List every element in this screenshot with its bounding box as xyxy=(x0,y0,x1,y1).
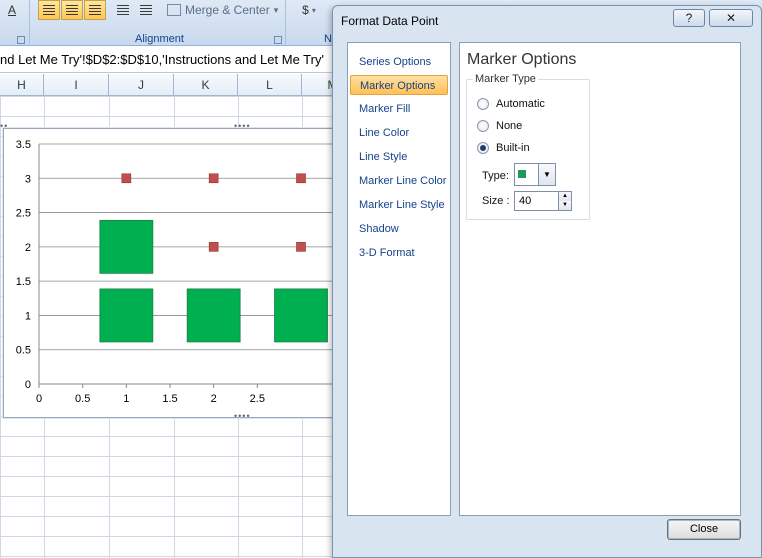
y-tick-label: 3 xyxy=(25,173,31,185)
large-square-marker xyxy=(274,288,328,343)
number-group-label: N xyxy=(324,33,332,45)
spin-up-icon[interactable]: ▲ xyxy=(558,192,571,201)
align-center-icon xyxy=(66,5,78,15)
radio-built-in-label: Built-in xyxy=(496,142,530,154)
increase-indent-icon xyxy=(140,5,152,15)
x-tick-label: 0.5 xyxy=(75,393,90,405)
radio-automatic-label: Automatic xyxy=(496,98,545,110)
dropdown-arrow-icon[interactable]: ▼ xyxy=(538,164,555,185)
radio-automatic-icon xyxy=(477,98,489,110)
font-dialog-launcher-icon[interactable] xyxy=(17,36,25,44)
y-tick-label: 2.5 xyxy=(16,208,31,220)
nav-marker-line-color[interactable]: Marker Line Color xyxy=(350,171,448,191)
y-tick-label: 1.5 xyxy=(16,276,31,288)
x-tick-label: 0 xyxy=(36,393,42,405)
marker-type-label: Marker Type xyxy=(473,73,538,85)
font-color-button[interactable]: A xyxy=(0,0,24,20)
small-square-marker xyxy=(296,173,306,184)
alignment-dialog-launcher-icon[interactable] xyxy=(274,36,282,44)
close-button[interactable]: Close xyxy=(667,519,741,540)
radio-built-in[interactable]: Built-in xyxy=(477,142,530,154)
radio-automatic[interactable]: Automatic xyxy=(477,98,545,110)
resize-handle-corner[interactable]: •• xyxy=(0,121,8,131)
marker-type-select[interactable]: ▼ xyxy=(514,163,556,186)
radio-none-icon xyxy=(477,120,489,132)
x-tick-label: 2 xyxy=(211,393,217,405)
column-header-l[interactable]: L xyxy=(238,74,302,96)
marker-size-value: 40 xyxy=(519,195,532,207)
merge-icon xyxy=(167,4,181,16)
merge-center-button[interactable]: Merge & Center ▾ xyxy=(164,0,282,20)
column-header-j[interactable]: J xyxy=(109,74,174,96)
x-tick-label: 2.5 xyxy=(250,393,265,405)
y-tick-label: 0 xyxy=(25,379,31,391)
large-square-marker xyxy=(186,288,241,343)
size-label: Size : xyxy=(482,195,510,207)
resize-handle-bottom[interactable]: •••• xyxy=(234,411,251,421)
align-right-button[interactable] xyxy=(84,0,106,20)
spin-down-icon[interactable]: ▼ xyxy=(558,201,571,210)
large-square-marker xyxy=(99,219,154,274)
increase-indent-button[interactable] xyxy=(135,0,157,20)
small-square-marker xyxy=(296,242,306,252)
nav-marker-line-style[interactable]: Marker Line Style xyxy=(350,195,448,215)
nav-marker-options[interactable]: Marker Options xyxy=(350,75,448,95)
y-tick-label: 2 xyxy=(25,242,31,254)
large-square-marker xyxy=(99,288,154,343)
font-color-icon: A xyxy=(7,3,16,17)
nav-line-style[interactable]: Line Style xyxy=(350,147,448,167)
formula-text: nd Let Me Try'!$D$2:$D$10,'Instructions … xyxy=(0,52,324,67)
small-square-marker xyxy=(208,173,219,184)
chevron-down-icon: ▾ xyxy=(311,5,316,15)
marker-size-spinner[interactable]: 40 ▲ ▼ xyxy=(514,191,572,211)
nav-marker-fill[interactable]: Marker Fill xyxy=(350,99,448,119)
radio-none[interactable]: None xyxy=(477,120,522,132)
align-center-button[interactable] xyxy=(61,0,83,20)
close-icon: ✕ xyxy=(725,11,737,25)
dialog-title: Format Data Point xyxy=(341,14,439,28)
x-tick-label: 1 xyxy=(123,393,129,405)
nav-series-options[interactable]: Series Options xyxy=(350,52,448,72)
decrease-indent-button[interactable] xyxy=(112,0,134,20)
chart-plot: 0 0.5 1 1.5 2 2.5 3 3.5 0 0.5 1 1.5 2 2.5 xyxy=(16,139,342,405)
scatter-chart[interactable]: 0 0.5 1 1.5 2 2.5 3 3.5 0 0.5 1 1.5 2 2.5 •••• •••• •… xyxy=(0,121,343,421)
small-square-marker xyxy=(121,173,132,184)
decrease-indent-icon xyxy=(117,5,129,15)
accounting-format-button[interactable]: $ ▾ xyxy=(294,0,324,20)
help-button[interactable]: ? xyxy=(673,9,705,27)
square-marker-icon xyxy=(518,170,526,178)
y-tick-label: 0.5 xyxy=(16,345,31,357)
align-left-icon xyxy=(43,5,55,15)
format-data-point-dialog: Format Data Point ? ✕ Series Options Mar… xyxy=(332,5,762,558)
close-window-button[interactable]: ✕ xyxy=(709,9,753,27)
number-group: $ ▾ N xyxy=(290,0,334,46)
help-icon: ? xyxy=(685,11,693,25)
small-square-marker xyxy=(208,242,219,252)
x-tick-label: 1.5 xyxy=(162,393,177,405)
nav-line-color[interactable]: Line Color xyxy=(350,123,448,143)
column-header-h[interactable]: H xyxy=(0,74,44,96)
category-nav: Series Options Marker Options Marker Fil… xyxy=(347,42,451,516)
alignment-group-label: Alignment xyxy=(135,33,184,45)
align-left-button[interactable] xyxy=(38,0,60,20)
y-tick-label: 1 xyxy=(25,310,31,322)
nav-shadow[interactable]: Shadow xyxy=(350,219,448,239)
align-right-icon xyxy=(89,5,101,15)
dialog-titlebar[interactable]: Format Data Point ? ✕ xyxy=(333,6,761,34)
options-heading: Marker Options xyxy=(467,51,577,68)
chevron-down-icon: ▾ xyxy=(273,4,279,15)
column-header-i[interactable]: I xyxy=(44,74,109,96)
radio-none-label: None xyxy=(496,120,523,132)
nav-3d-format[interactable]: 3-D Format xyxy=(350,243,448,263)
dollar-icon: $ xyxy=(302,3,309,17)
type-label: Type: xyxy=(482,170,509,182)
resize-handle-top[interactable]: •••• xyxy=(234,121,251,131)
font-group: A xyxy=(0,0,30,46)
y-tick-label: 3.5 xyxy=(16,139,31,151)
options-pane: Marker Options Marker Type Automatic Non… xyxy=(459,42,741,516)
alignment-group: Merge & Center ▾ Alignment xyxy=(34,0,286,46)
merge-center-label: Merge & Center xyxy=(185,3,270,17)
column-header-k[interactable]: K xyxy=(174,74,238,96)
radio-built-in-icon xyxy=(477,142,489,154)
